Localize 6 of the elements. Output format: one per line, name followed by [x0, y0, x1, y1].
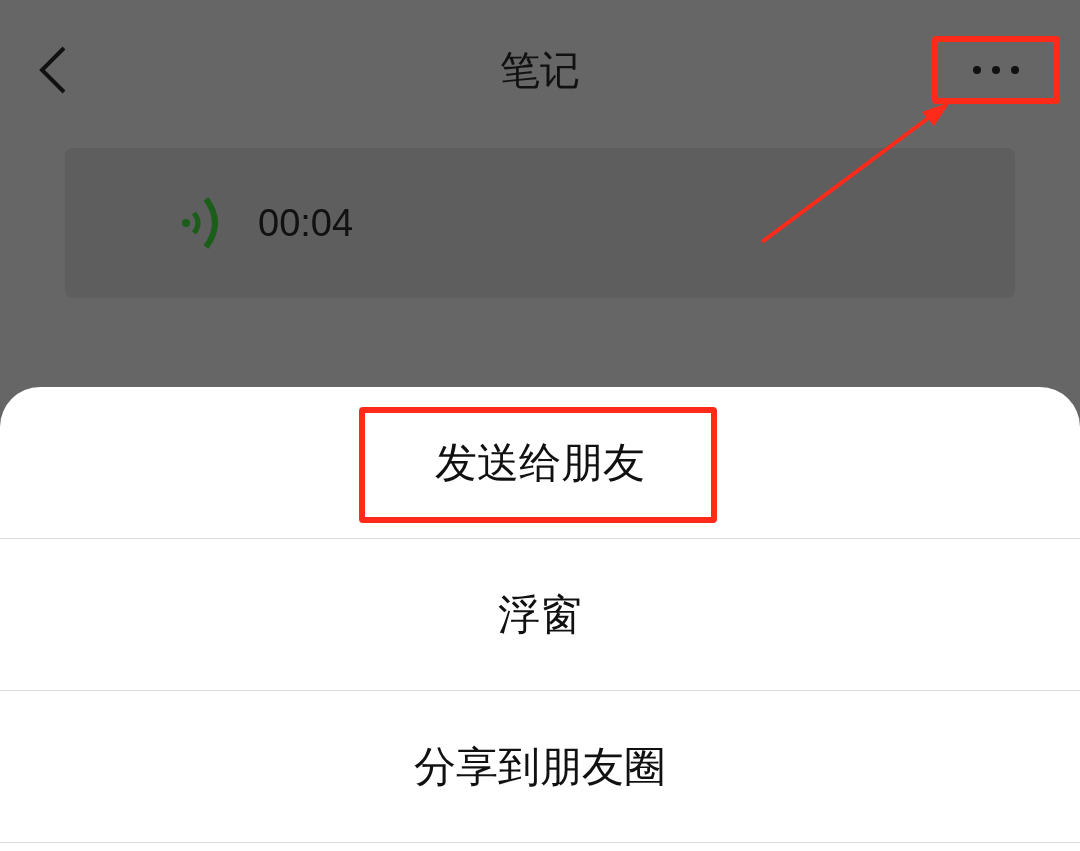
voice-duration: 00:04 — [258, 201, 354, 245]
more-icon — [972, 65, 1020, 75]
menu-item[interactable]: 发送给朋友 — [435, 434, 645, 491]
page-title: 笔记 — [500, 46, 580, 94]
menu-item[interactable]: 分享到朋友圈 — [414, 738, 666, 795]
menu-item[interactable]: 浮窗 — [498, 586, 582, 643]
